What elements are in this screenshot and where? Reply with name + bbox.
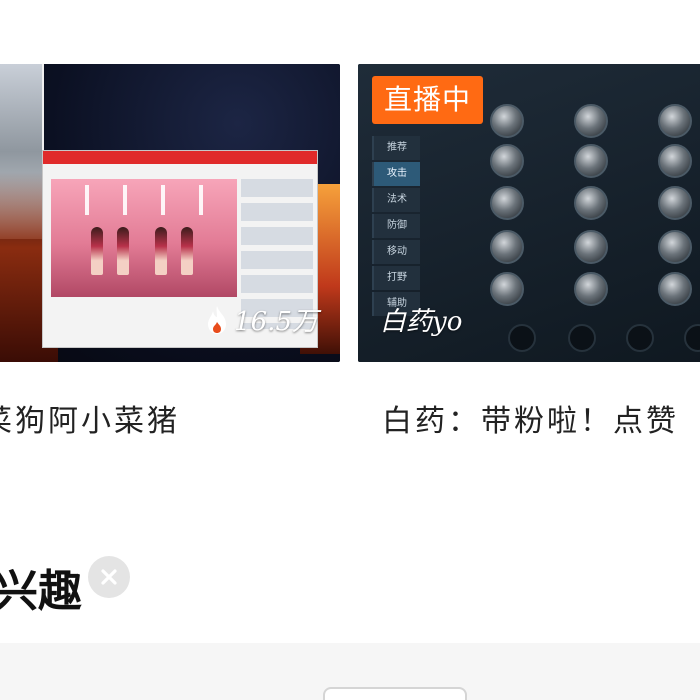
interest-panel bbox=[0, 643, 700, 700]
game-item-icon bbox=[490, 144, 524, 178]
game-item-icon bbox=[658, 186, 692, 220]
game-item-icon bbox=[490, 186, 524, 220]
dancer-figure bbox=[181, 227, 193, 275]
game-item-icon bbox=[574, 144, 608, 178]
stage-light bbox=[123, 185, 127, 215]
dancer-figure bbox=[91, 227, 103, 275]
game-menu-item: 打野 bbox=[372, 266, 420, 290]
view-count-text: 16.5万 bbox=[234, 307, 318, 337]
equipment-slot bbox=[508, 324, 536, 352]
game-item-icon bbox=[658, 144, 692, 178]
video-card-left[interactable]: 16.5万 bbox=[0, 64, 340, 362]
game-item-icon bbox=[574, 186, 608, 220]
close-icon bbox=[101, 569, 117, 585]
game-item-icon bbox=[658, 272, 692, 306]
live-card-right[interactable]: 推荐 攻击 法术 防御 移动 打野 辅助 直播中 白药yo bbox=[358, 64, 700, 362]
game-item-icon bbox=[658, 104, 692, 138]
live-title-right[interactable]: 白药：带粉啦！点赞 bbox=[382, 396, 679, 440]
game-item-icon bbox=[658, 230, 692, 264]
interest-chip[interactable] bbox=[323, 687, 467, 700]
game-item-icon bbox=[490, 272, 524, 306]
dancer-figure bbox=[155, 227, 167, 275]
game-item-icon bbox=[574, 104, 608, 138]
live-status-badge: 直播中 bbox=[372, 76, 484, 124]
dancer-figure bbox=[117, 227, 129, 275]
equipment-slot bbox=[568, 324, 596, 352]
game-category-menu: 推荐 攻击 法术 防御 移动 打野 辅助 bbox=[372, 136, 420, 318]
game-menu-item: 法术 bbox=[372, 188, 420, 212]
stage-light bbox=[199, 185, 203, 215]
game-menu-item: 防御 bbox=[372, 214, 420, 238]
game-item-icon bbox=[574, 230, 608, 264]
stage-light bbox=[161, 185, 165, 215]
stage-light bbox=[85, 185, 89, 215]
game-item-icon bbox=[574, 272, 608, 306]
dismiss-section-button[interactable] bbox=[88, 556, 130, 598]
view-count: 16.5万 bbox=[206, 301, 318, 338]
section-title: 兴趣 bbox=[0, 566, 82, 617]
game-item-icon bbox=[490, 230, 524, 264]
flame-icon bbox=[208, 305, 227, 334]
video-title-left[interactable]: 菜狗阿小菜猪 bbox=[0, 396, 180, 440]
game-item-icon bbox=[490, 104, 524, 138]
dance-video-frame bbox=[51, 179, 237, 297]
game-menu-item: 移动 bbox=[372, 240, 420, 264]
game-menu-item: 推荐 bbox=[372, 136, 420, 160]
streamer-name: 白药yo bbox=[380, 307, 463, 337]
equipment-slot bbox=[626, 324, 654, 352]
game-menu-item-active: 攻击 bbox=[372, 162, 420, 186]
browser-title-bar bbox=[43, 151, 317, 164]
